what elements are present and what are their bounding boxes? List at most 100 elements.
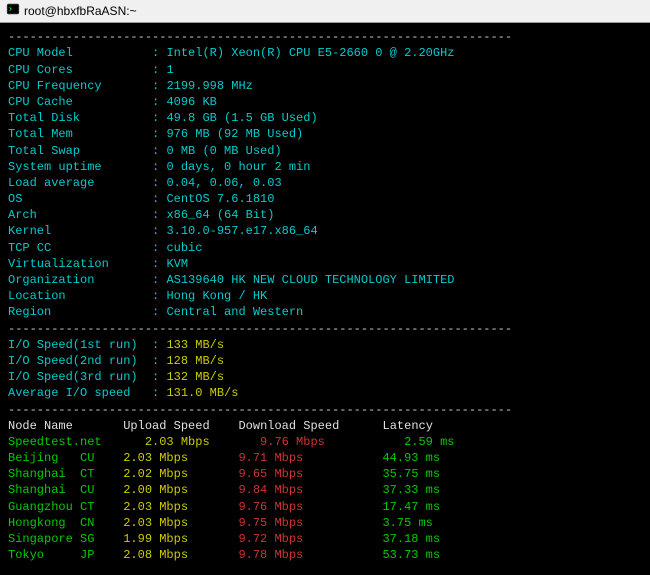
speed-row: Hongkong CN 2.03 Mbps 9.75 Mbps 3.75 ms <box>8 515 642 531</box>
colon: : <box>152 305 166 319</box>
sysinfo-value: 2199.998 MHz <box>166 79 252 93</box>
speed-download: 9.76 Mbps <box>238 500 382 514</box>
sysinfo-label: Virtualization <box>8 257 152 271</box>
io-value: 132 MB/s <box>166 370 224 384</box>
speed-latency: 2.59 ms <box>404 435 454 449</box>
sysinfo-value: 1 <box>166 63 173 77</box>
speed-upload: 2.08 Mbps <box>123 548 238 562</box>
speed-node: Hongkong CN <box>8 516 123 530</box>
sysinfo-label: Total Mem <box>8 127 152 141</box>
speed-node: Tokyo JP <box>8 548 123 562</box>
sysinfo-label: Kernel <box>8 224 152 238</box>
sysinfo-value: CentOS 7.6.1810 <box>166 192 274 206</box>
speed-node: Singapore SG <box>8 532 123 546</box>
sysinfo-row-reg: Region : Central and Western <box>8 304 642 320</box>
window-title: root@hbxfbRaASN:~ <box>24 3 137 19</box>
io-row-3: I/O Speed(3rd run) : 132 MB/s <box>8 369 642 385</box>
speed-upload: 2.03 Mbps <box>123 500 238 514</box>
sysinfo-label: CPU Cache <box>8 95 152 109</box>
sysinfo-label: Total Swap <box>8 144 152 158</box>
sysinfo-row-arch: Arch : x86_64 (64 Bit) <box>8 207 642 223</box>
sysinfo-label: OS <box>8 192 152 206</box>
sysinfo-row-org: Organization : AS139640 HK NEW CLOUD TEC… <box>8 272 642 288</box>
sysinfo-label: Load average <box>8 176 152 190</box>
io-value: 133 MB/s <box>166 338 224 352</box>
sysinfo-value: Intel(R) Xeon(R) CPU E5-2660 0 @ 2.20GHz <box>166 46 454 60</box>
sysinfo-row-model: CPU Model : Intel(R) Xeon(R) CPU E5-2660… <box>8 45 642 61</box>
speed-node: Beijing CU <box>8 451 123 465</box>
sysinfo-row-load: Load average : 0.04, 0.06, 0.03 <box>8 175 642 191</box>
sysinfo-label: Region <box>8 305 152 319</box>
sysinfo-label: Location <box>8 289 152 303</box>
colon: : <box>152 111 166 125</box>
io-value: 128 MB/s <box>166 354 224 368</box>
sysinfo-label: TCP CC <box>8 241 152 255</box>
colon: : <box>152 46 166 60</box>
col-upload: Upload Speed <box>123 419 209 433</box>
colon: : <box>152 241 166 255</box>
sysinfo-value: Hong Kong / HK <box>166 289 267 303</box>
colon: : <box>152 63 166 77</box>
sysinfo-label: Arch <box>8 208 152 222</box>
sysinfo-label: Organization <box>8 273 152 287</box>
speed-download: 9.65 Mbps <box>238 467 382 481</box>
io-row-1: I/O Speed(1st run) : 133 MB/s <box>8 337 642 353</box>
sysinfo-value: x86_64 (64 Bit) <box>166 208 274 222</box>
colon: : <box>152 257 166 271</box>
sysinfo-label: CPU Cores <box>8 63 152 77</box>
speed-download: 9.76 Mbps <box>260 435 404 449</box>
sysinfo-row-swap: Total Swap : 0 MB (0 MB Used) <box>8 143 642 159</box>
io-row-avg: Average I/O speed : 131.0 MB/s <box>8 385 642 401</box>
colon: : <box>152 176 166 190</box>
speed-row: Speedtest.net 2.03 Mbps 9.76 Mbps 2.59 m… <box>8 434 642 450</box>
io-label: I/O Speed(2nd run) <box>8 354 152 368</box>
speed-row: Beijing CU 2.03 Mbps 9.71 Mbps 44.93 ms <box>8 450 642 466</box>
sysinfo-row-cores: CPU Cores : 1 <box>8 62 642 78</box>
io-value: 131.0 MB/s <box>166 386 238 400</box>
window-title-bar: root@hbxfbRaASN:~ <box>0 0 650 23</box>
sysinfo-label: System uptime <box>8 160 152 174</box>
sysinfo-row-freq: CPU Frequency : 2199.998 MHz <box>8 78 642 94</box>
speed-upload: 1.99 Mbps <box>123 532 238 546</box>
sysinfo-row-tcpcc: TCP CC : cubic <box>8 240 642 256</box>
speed-row: Tokyo JP 2.08 Mbps 9.78 Mbps 53.73 ms <box>8 547 642 563</box>
speed-upload: 2.03 Mbps <box>145 435 260 449</box>
col-node: Node Name <box>8 419 73 433</box>
colon: : <box>152 370 166 384</box>
speed-latency: 37.18 ms <box>382 532 440 546</box>
speed-download: 9.78 Mbps <box>238 548 382 562</box>
speed-node: Speedtest.net <box>8 435 145 449</box>
speed-latency: 44.93 ms <box>382 451 440 465</box>
sysinfo-value: 976 MB (92 MB Used) <box>166 127 303 141</box>
sysinfo-label: CPU Frequency <box>8 79 152 93</box>
speed-row: Singapore SG 1.99 Mbps 9.72 Mbps 37.18 m… <box>8 531 642 547</box>
colon: : <box>152 95 166 109</box>
speed-row: Guangzhou CT 2.03 Mbps 9.76 Mbps 17.47 m… <box>8 499 642 515</box>
separator: ----------------------------------------… <box>8 321 642 337</box>
sysinfo-row-os: OS : CentOS 7.6.1810 <box>8 191 642 207</box>
separator: ----------------------------------------… <box>8 402 642 418</box>
speed-download: 9.75 Mbps <box>238 516 382 530</box>
col-latency: Latency <box>383 419 433 433</box>
speed-latency: 3.75 ms <box>382 516 432 530</box>
sysinfo-row-disk: Total Disk : 49.8 GB (1.5 GB Used) <box>8 110 642 126</box>
col-download: Download Speed <box>238 419 339 433</box>
sysinfo-row-virt: Virtualization : KVM <box>8 256 642 272</box>
sysinfo-label: Total Disk <box>8 111 152 125</box>
speed-latency: 53.73 ms <box>382 548 440 562</box>
colon: : <box>152 192 166 206</box>
separator: ----------------------------------------… <box>8 29 642 45</box>
colon: : <box>152 354 166 368</box>
speed-upload: 2.00 Mbps <box>123 483 238 497</box>
speed-latency: 35.75 ms <box>382 467 440 481</box>
sysinfo-value: 4096 KB <box>166 95 216 109</box>
colon: : <box>152 386 166 400</box>
colon: : <box>152 208 166 222</box>
sysinfo-value: AS139640 HK NEW CLOUD TECHNOLOGY LIMITED <box>166 273 454 287</box>
colon: : <box>152 144 166 158</box>
colon: : <box>152 338 166 352</box>
io-label: I/O Speed(1st run) <box>8 338 152 352</box>
sysinfo-value: 3.10.0-957.e17.x86_64 <box>166 224 317 238</box>
colon: : <box>152 224 166 238</box>
sysinfo-row-loc: Location : Hong Kong / HK <box>8 288 642 304</box>
